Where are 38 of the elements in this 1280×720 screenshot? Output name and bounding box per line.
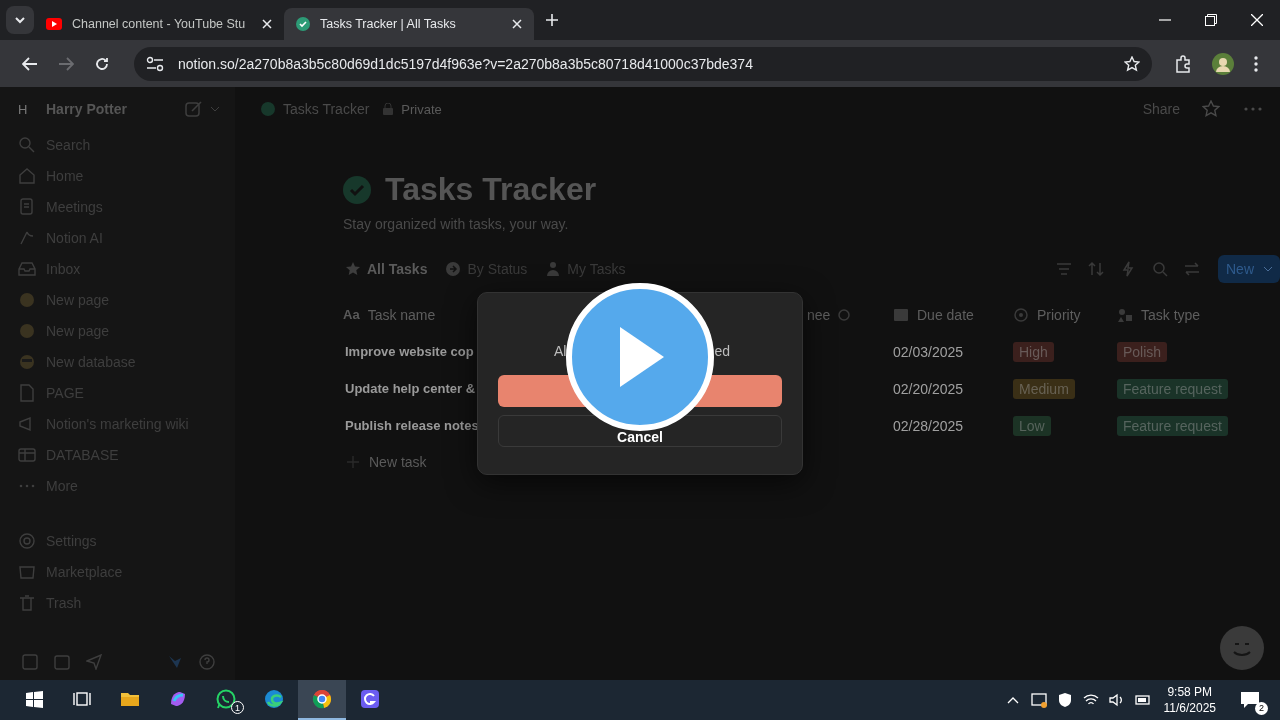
url-text: notion.so/2a270b8a3b5c80d69d1dc5197d4f963e?v=2a270b8a3b5c80718d41000c37bde374 xyxy=(178,55,753,72)
text-type-label: Aa xyxy=(343,307,360,322)
tag: Feature request xyxy=(1117,415,1228,436)
tag: High xyxy=(1013,341,1054,362)
breadcrumb-link[interactable]: Tasks Tracker xyxy=(283,101,370,117)
tag: Low xyxy=(1013,415,1051,436)
tag: Feature request xyxy=(1117,378,1228,399)
page-description: Stay organized with tasks, your way. xyxy=(343,216,570,232)
column-header[interactable]: nee xyxy=(807,306,893,323)
dialog-message: Al xyxy=(554,343,567,359)
date-text: 11/6/2025 xyxy=(1163,700,1216,716)
browser-tab[interactable]: Channel content - YouTube Stu xyxy=(34,8,284,40)
new-row-button[interactable]: New task xyxy=(343,444,1280,480)
share-button[interactable]: Share xyxy=(1142,101,1180,117)
time-text: 9:58 PM xyxy=(1167,684,1213,700)
tag: Polish xyxy=(1117,341,1168,362)
workspace-name[interactable]: Harry Potter xyxy=(46,101,127,117)
new-button[interactable]: New xyxy=(1218,255,1280,283)
address-bar[interactable]: notion.so/2a270b8a3b5c80d69d1dc5197d4f963e?v=2a270b8a3b5c80718d41000c37bde374 xyxy=(134,46,1152,81)
notification-count: 1 xyxy=(231,701,244,714)
workspace-avatar: H xyxy=(18,101,29,117)
column-header[interactable]: Task type xyxy=(1117,306,1280,323)
privacy-label: Private xyxy=(401,101,442,117)
tab-title: Tasks Tracker | All Tasks xyxy=(320,17,457,31)
browser-tab[interactable]: Tasks Tracker | All Tasks xyxy=(284,8,534,40)
table-cell-text: 02/20/2025 xyxy=(893,380,965,397)
table-cell-text: 02/28/2025 xyxy=(893,417,965,434)
notification-count: 2 xyxy=(1255,702,1268,715)
table-cell-text: 02/03/2025 xyxy=(893,343,965,360)
tag: Medium xyxy=(1013,378,1075,399)
page-title: Tasks Tracker xyxy=(385,171,597,208)
clock[interactable]: 9:58 PM 11/6/2025 xyxy=(1155,684,1228,716)
dialog-message: ed xyxy=(714,343,730,359)
column-header[interactable]: Due date xyxy=(893,306,1013,323)
tab-title: Channel content - YouTube Stu xyxy=(72,17,247,31)
taskbar-app[interactable]: 1 xyxy=(202,680,250,720)
column-header[interactable]: Priority xyxy=(1013,306,1117,323)
view-tab[interactable]: All Tasks xyxy=(343,255,440,283)
